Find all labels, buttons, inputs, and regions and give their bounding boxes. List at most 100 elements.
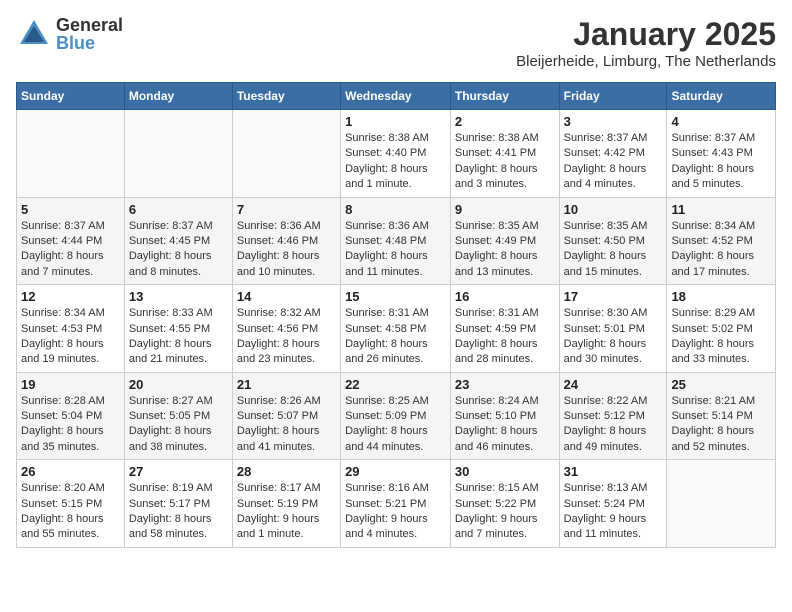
logo-general-text: General — [56, 16, 123, 34]
day-of-week-header: Tuesday — [232, 83, 340, 110]
day-number: 12 — [21, 289, 120, 304]
day-of-week-header: Friday — [559, 83, 667, 110]
calendar-cell: 12Sunrise: 8:34 AM Sunset: 4:53 PM Dayli… — [17, 285, 125, 373]
calendar-cell: 4 Sunrise: 8:37 AM Sunset: 4:43 PM Daylig… — [667, 110, 776, 198]
day-number: 26 — [21, 464, 120, 479]
day-info: Sunrise: 8:30 AM Sunset: 5:01 PM Dayligh… — [564, 306, 663, 368]
calendar-week-row: 26 Sunrise: 8:20 AM Sunset: 5:15 PM Dayli… — [17, 460, 776, 548]
calendar-cell: 20 Sunrise: 8:27 AM Sunset: 5:05 PM Dayli… — [124, 372, 232, 460]
calendar-cell: 31 Sunrise: 8:13 AM Sunset: 5:24 PM Dayli… — [559, 460, 667, 548]
day-info: Sunrise: 8:35 AM Sunset: 4:49 PM Dayligh… — [455, 219, 555, 281]
day-info: Sunrise: 8:37 AM Sunset: 4:44 PM Dayligh… — [21, 219, 120, 281]
day-info: Sunrise: 8:17 AM Sunset: 5:19 PM Dayligh… — [237, 481, 336, 543]
day-info: Sunrise: 8:13 AM Sunset: 5:24 PM Dayligh… — [564, 481, 663, 543]
day-info: Sunrise: 8:33 AM Sunset: 4:55 PM Dayligh… — [129, 306, 228, 368]
logo-blue-text: Blue — [56, 34, 123, 52]
day-info: Sunrise: 8:20 AM Sunset: 5:15 PM Dayligh… — [21, 481, 120, 543]
calendar-cell: 17 Sunrise: 8:30 AM Sunset: 5:01 PM Dayli… — [559, 285, 667, 373]
day-info: Sunrise: 8:15 AM Sunset: 5:22 PM Dayligh… — [455, 481, 555, 543]
calendar-table: SundayMondayTuesdayWednesdayThursdayFrid… — [16, 82, 776, 548]
day-number: 6 — [129, 202, 228, 217]
calendar-cell: 24 Sunrise: 8:22 AM Sunset: 5:12 PM Dayli… — [559, 372, 667, 460]
calendar-week-row: 12Sunrise: 8:34 AM Sunset: 4:53 PM Dayli… — [17, 285, 776, 373]
calendar-cell: 7 Sunrise: 8:36 AM Sunset: 4:46 PM Daylig… — [232, 197, 340, 285]
calendar-week-row: 5 Sunrise: 8:37 AM Sunset: 4:44 PM Daylig… — [17, 197, 776, 285]
logo-icon — [16, 16, 52, 52]
day-info: Sunrise: 8:19 AM Sunset: 5:17 PM Dayligh… — [129, 481, 228, 543]
day-number: 15 — [345, 289, 446, 304]
day-number: 23 — [455, 377, 555, 392]
day-of-week-header: Monday — [124, 83, 232, 110]
calendar-week-row: 1Sunrise: 8:38 AM Sunset: 4:40 PM Daylig… — [17, 110, 776, 198]
day-info: Sunrise: 8:31 AM Sunset: 4:58 PM Dayligh… — [345, 306, 446, 368]
calendar-cell: 11 Sunrise: 8:34 AM Sunset: 4:52 PM Dayli… — [667, 197, 776, 285]
day-info: Sunrise: 8:36 AM Sunset: 4:48 PM Dayligh… — [345, 219, 446, 281]
day-number: 8 — [345, 202, 446, 217]
day-info: Sunrise: 8:16 AM Sunset: 5:21 PM Dayligh… — [345, 481, 446, 543]
calendar-cell: 9Sunrise: 8:35 AM Sunset: 4:49 PM Daylig… — [450, 197, 559, 285]
day-number: 31 — [564, 464, 663, 479]
day-number: 14 — [237, 289, 336, 304]
day-number: 19 — [21, 377, 120, 392]
day-number: 24 — [564, 377, 663, 392]
day-info: Sunrise: 8:34 AM Sunset: 4:52 PM Dayligh… — [671, 219, 771, 281]
day-info: Sunrise: 8:29 AM Sunset: 5:02 PM Dayligh… — [671, 306, 771, 368]
title-block: January 2025 Bleijerheide, Limburg, The … — [516, 16, 776, 70]
calendar-cell: 22 Sunrise: 8:25 AM Sunset: 5:09 PM Dayli… — [341, 372, 451, 460]
day-of-week-header: Sunday — [17, 83, 125, 110]
day-number: 21 — [237, 377, 336, 392]
day-info: Sunrise: 8:25 AM Sunset: 5:09 PM Dayligh… — [345, 394, 446, 456]
day-number: 25 — [671, 377, 771, 392]
day-number: 30 — [455, 464, 555, 479]
day-info: Sunrise: 8:36 AM Sunset: 4:46 PM Dayligh… — [237, 219, 336, 281]
calendar-cell: 5 Sunrise: 8:37 AM Sunset: 4:44 PM Daylig… — [17, 197, 125, 285]
day-info: Sunrise: 8:35 AM Sunset: 4:50 PM Dayligh… — [564, 219, 663, 281]
day-number: 17 — [564, 289, 663, 304]
day-of-week-header: Saturday — [667, 83, 776, 110]
day-number: 5 — [21, 202, 120, 217]
calendar-cell: 14 Sunrise: 8:32 AM Sunset: 4:56 PM Dayli… — [232, 285, 340, 373]
calendar-header-row: SundayMondayTuesdayWednesdayThursdayFrid… — [17, 83, 776, 110]
day-number: 22 — [345, 377, 446, 392]
calendar-cell — [667, 460, 776, 548]
calendar-cell: 3Sunrise: 8:37 AM Sunset: 4:42 PM Daylig… — [559, 110, 667, 198]
page-header: General Blue January 2025 Bleijerheide, … — [16, 16, 776, 70]
calendar-cell: 27Sunrise: 8:19 AM Sunset: 5:17 PM Dayli… — [124, 460, 232, 548]
day-info: Sunrise: 8:38 AM Sunset: 4:40 PM Dayligh… — [345, 131, 446, 193]
day-info: Sunrise: 8:38 AM Sunset: 4:41 PM Dayligh… — [455, 131, 555, 193]
day-info: Sunrise: 8:27 AM Sunset: 5:05 PM Dayligh… — [129, 394, 228, 456]
day-number: 11 — [671, 202, 771, 217]
calendar-cell: 2 Sunrise: 8:38 AM Sunset: 4:41 PM Daylig… — [450, 110, 559, 198]
day-number: 3 — [564, 114, 663, 129]
calendar-cell — [124, 110, 232, 198]
calendar-cell — [232, 110, 340, 198]
location: Bleijerheide, Limburg, The Netherlands — [516, 53, 776, 70]
logo: General Blue — [16, 16, 123, 52]
calendar-cell: 19 Sunrise: 8:28 AM Sunset: 5:04 PM Dayli… — [17, 372, 125, 460]
day-info: Sunrise: 8:24 AM Sunset: 5:10 PM Dayligh… — [455, 394, 555, 456]
calendar-cell: 16Sunrise: 8:31 AM Sunset: 4:59 PM Dayli… — [450, 285, 559, 373]
calendar-cell: 25Sunrise: 8:21 AM Sunset: 5:14 PM Dayli… — [667, 372, 776, 460]
calendar-week-row: 19 Sunrise: 8:28 AM Sunset: 5:04 PM Dayli… — [17, 372, 776, 460]
day-number: 10 — [564, 202, 663, 217]
day-number: 7 — [237, 202, 336, 217]
day-info: Sunrise: 8:28 AM Sunset: 5:04 PM Dayligh… — [21, 394, 120, 456]
calendar-cell: 28 Sunrise: 8:17 AM Sunset: 5:19 PM Dayli… — [232, 460, 340, 548]
day-info: Sunrise: 8:37 AM Sunset: 4:43 PM Dayligh… — [671, 131, 771, 193]
month-title: January 2025 — [516, 16, 776, 53]
day-number: 29 — [345, 464, 446, 479]
calendar-body: 1Sunrise: 8:38 AM Sunset: 4:40 PM Daylig… — [17, 110, 776, 548]
calendar-cell: 6Sunrise: 8:37 AM Sunset: 4:45 PM Daylig… — [124, 197, 232, 285]
day-of-week-header: Wednesday — [341, 83, 451, 110]
day-info: Sunrise: 8:32 AM Sunset: 4:56 PM Dayligh… — [237, 306, 336, 368]
day-number: 18 — [671, 289, 771, 304]
day-number: 2 — [455, 114, 555, 129]
day-number: 28 — [237, 464, 336, 479]
day-info: Sunrise: 8:31 AM Sunset: 4:59 PM Dayligh… — [455, 306, 555, 368]
calendar-cell: 23 Sunrise: 8:24 AM Sunset: 5:10 PM Dayli… — [450, 372, 559, 460]
calendar-cell: 21 Sunrise: 8:26 AM Sunset: 5:07 PM Dayli… — [232, 372, 340, 460]
day-info: Sunrise: 8:22 AM Sunset: 5:12 PM Dayligh… — [564, 394, 663, 456]
day-number: 20 — [129, 377, 228, 392]
day-info: Sunrise: 8:26 AM Sunset: 5:07 PM Dayligh… — [237, 394, 336, 456]
day-number: 4 — [671, 114, 771, 129]
